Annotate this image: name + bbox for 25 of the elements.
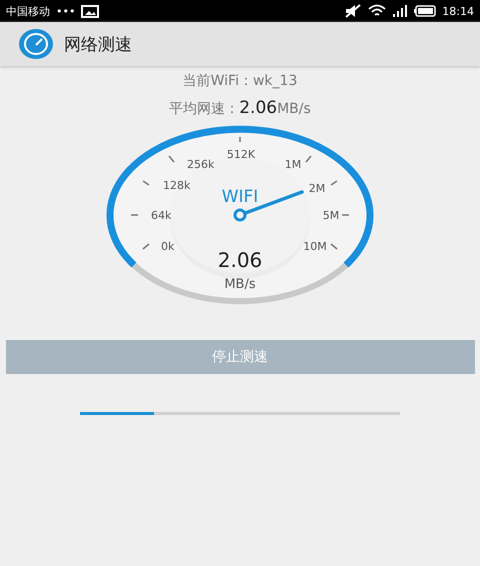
mute-icon (344, 4, 362, 18)
scale-label: 5M (322, 209, 340, 222)
signal-icon (392, 5, 408, 17)
battery-icon (414, 5, 436, 17)
image-icon (81, 4, 100, 18)
wifi-icon (368, 4, 386, 18)
scale-label: 256k (187, 158, 214, 171)
clock-time: 18:14 (442, 4, 474, 18)
scale-label: 128k (163, 179, 190, 192)
scale-label: 64k (151, 209, 172, 222)
speedometer-icon (18, 28, 54, 60)
stop-test-button[interactable]: 停止测速 (6, 340, 474, 374)
scale-label: 512K (226, 148, 256, 161)
scale-label: 1M (284, 158, 302, 171)
scale-label: 2M (308, 182, 326, 195)
scale-label: 10M (303, 240, 327, 253)
speed-value: 2.06 (218, 248, 262, 272)
network-label: WIFI (222, 187, 258, 207)
scale-label: 0k (161, 240, 174, 253)
speed-unit: MB/s (224, 277, 256, 292)
carrier-name: 中国移动 (6, 4, 50, 18)
average-speed-text: 平均网速：2.06MB/s (169, 98, 311, 118)
app-title: 网络测速 (64, 34, 132, 56)
current-wifi-text: 当前WiFi：wk_13 (182, 72, 298, 90)
notification-dots: ••• (56, 4, 76, 18)
